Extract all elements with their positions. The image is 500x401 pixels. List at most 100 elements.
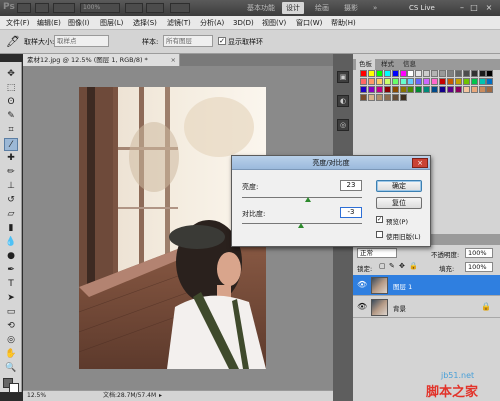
menu-image[interactable]: 图像(I) (68, 16, 90, 30)
workspace-painting[interactable]: 绘画 (311, 2, 333, 14)
reset-button[interactable]: 复位 (376, 197, 422, 209)
adjustments-panel-icon[interactable]: ◐ (337, 95, 349, 107)
dodge-tool-icon[interactable]: ● (4, 250, 18, 263)
color-swatch[interactable] (407, 77, 415, 85)
color-swatch[interactable] (391, 85, 399, 93)
close-window-button[interactable]: × (484, 2, 494, 13)
3d-orbit-tool-icon[interactable]: ◎ (4, 334, 18, 347)
lock-transparency-icon[interactable]: ▢ (379, 262, 386, 270)
quick-select-tool-icon[interactable]: ✎ (4, 110, 18, 123)
menu-edit[interactable]: 编辑(E) (37, 16, 61, 30)
blur-tool-icon[interactable]: 💧 (4, 236, 18, 249)
color-swatch[interactable] (360, 70, 367, 77)
color-swatch[interactable] (462, 77, 470, 85)
color-swatch[interactable] (478, 70, 486, 77)
opacity-input[interactable]: 100% (465, 248, 493, 258)
minimize-button[interactable]: – (457, 2, 467, 13)
color-swatch[interactable] (439, 77, 446, 85)
healing-brush-tool-icon[interactable]: ✚ (4, 152, 18, 165)
color-swatch[interactable] (399, 93, 407, 101)
dialog-close-button[interactable]: × (412, 158, 428, 168)
color-swatch[interactable] (431, 85, 439, 93)
color-swatch[interactable] (360, 85, 367, 93)
color-swatch[interactable] (407, 85, 415, 93)
color-swatch[interactable] (415, 77, 423, 85)
ok-button[interactable]: 确定 (376, 180, 422, 192)
brightness-slider-track[interactable] (242, 197, 362, 198)
color-swatch[interactable] (486, 77, 494, 85)
arrange-documents-button[interactable] (146, 3, 164, 13)
zoom-level-select[interactable]: 100% (80, 3, 120, 13)
color-swatch[interactable] (360, 77, 367, 85)
zoom-tool-icon[interactable]: 🔍 (4, 362, 18, 375)
color-swatch[interactable] (391, 70, 399, 77)
more-workspaces-button[interactable]: » (369, 2, 381, 14)
menu-3d[interactable]: 3D(D) (233, 16, 254, 30)
maximize-button[interactable]: □ (469, 2, 479, 13)
color-swatch[interactable] (375, 77, 383, 85)
layer-row[interactable]: 👁 背景 🔒 (353, 297, 500, 318)
visibility-eye-icon[interactable]: 👁 (357, 280, 367, 290)
menu-help[interactable]: 帮助(H) (331, 16, 356, 30)
color-panel-icon[interactable]: ▣ (337, 71, 349, 83)
marquee-tool-icon[interactable]: ⬚ (4, 82, 18, 95)
color-swatch[interactable] (446, 85, 454, 93)
menu-select[interactable]: 选择(S) (133, 16, 157, 30)
tab-swatches[interactable]: 色板 (356, 59, 375, 70)
color-swatch[interactable] (391, 93, 399, 101)
view-extras-button[interactable] (53, 3, 75, 13)
clone-stamp-tool-icon[interactable]: ⊥ (4, 180, 18, 193)
color-swatch[interactable] (383, 93, 391, 101)
menu-filter[interactable]: 滤镜(T) (167, 16, 191, 30)
contrast-slider-thumb[interactable] (297, 223, 304, 228)
color-swatch[interactable] (423, 77, 431, 85)
color-swatch[interactable] (375, 85, 383, 93)
menu-view[interactable]: 视图(V) (262, 16, 286, 30)
color-swatch[interactable] (367, 77, 375, 85)
hand-tool-icon[interactable]: ✋ (4, 348, 18, 361)
color-swatch[interactable] (383, 85, 391, 93)
color-swatch[interactable] (367, 85, 375, 93)
color-swatch[interactable] (415, 85, 423, 93)
eyedropper-icon[interactable]: 🖊 (6, 35, 20, 48)
show-sampling-ring-checkbox[interactable]: ✓ (218, 37, 226, 45)
color-swatch[interactable] (383, 77, 391, 85)
lock-all-icon[interactable]: 🔒 (409, 262, 418, 270)
color-swatch[interactable] (446, 77, 454, 85)
color-swatch[interactable] (470, 70, 478, 77)
shape-tool-icon[interactable]: ▭ (4, 306, 18, 319)
color-swatch[interactable] (478, 85, 486, 93)
color-swatch[interactable] (375, 70, 383, 77)
contrast-input[interactable]: -3 (340, 207, 362, 218)
color-swatch[interactable] (431, 70, 439, 77)
workspace-photography[interactable]: 摄影 (340, 2, 362, 14)
color-swatch[interactable] (399, 70, 407, 77)
preview-checkbox[interactable]: ✓ (376, 216, 383, 223)
workspace-essentials[interactable]: 基本功能 (243, 2, 279, 14)
pen-tool-icon[interactable]: ✒ (4, 264, 18, 277)
color-swatch[interactable] (470, 77, 478, 85)
lock-position-icon[interactable]: ✥ (399, 262, 405, 270)
color-swatch[interactable] (423, 85, 431, 93)
color-swatch[interactable] (375, 93, 383, 101)
masks-panel-icon[interactable]: ◎ (337, 119, 349, 131)
workspace-design[interactable]: 设计 (282, 2, 304, 14)
use-legacy-checkbox[interactable] (376, 231, 383, 238)
menu-window[interactable]: 窗口(W) (296, 16, 322, 30)
visibility-eye-icon[interactable]: 👁 (357, 302, 367, 312)
color-swatch[interactable] (439, 70, 446, 77)
color-swatch[interactable] (439, 85, 446, 93)
lock-image-icon[interactable]: ✎ (389, 262, 395, 270)
color-swatch[interactable] (486, 70, 494, 77)
swatch-grid[interactable] (360, 70, 495, 134)
history-brush-tool-icon[interactable]: ↺ (4, 194, 18, 207)
color-swatch[interactable] (454, 77, 462, 85)
dialog-title[interactable]: 亮度/对比度 (232, 156, 430, 170)
color-swatch[interactable] (367, 70, 375, 77)
sample-size-select[interactable]: 取样点 (54, 35, 109, 47)
brightness-input[interactable]: 23 (340, 180, 362, 191)
color-swatch[interactable] (454, 85, 462, 93)
screen-mode-button[interactable] (170, 3, 190, 13)
color-swatch[interactable] (391, 77, 399, 85)
close-document-icon[interactable]: × (171, 54, 176, 66)
